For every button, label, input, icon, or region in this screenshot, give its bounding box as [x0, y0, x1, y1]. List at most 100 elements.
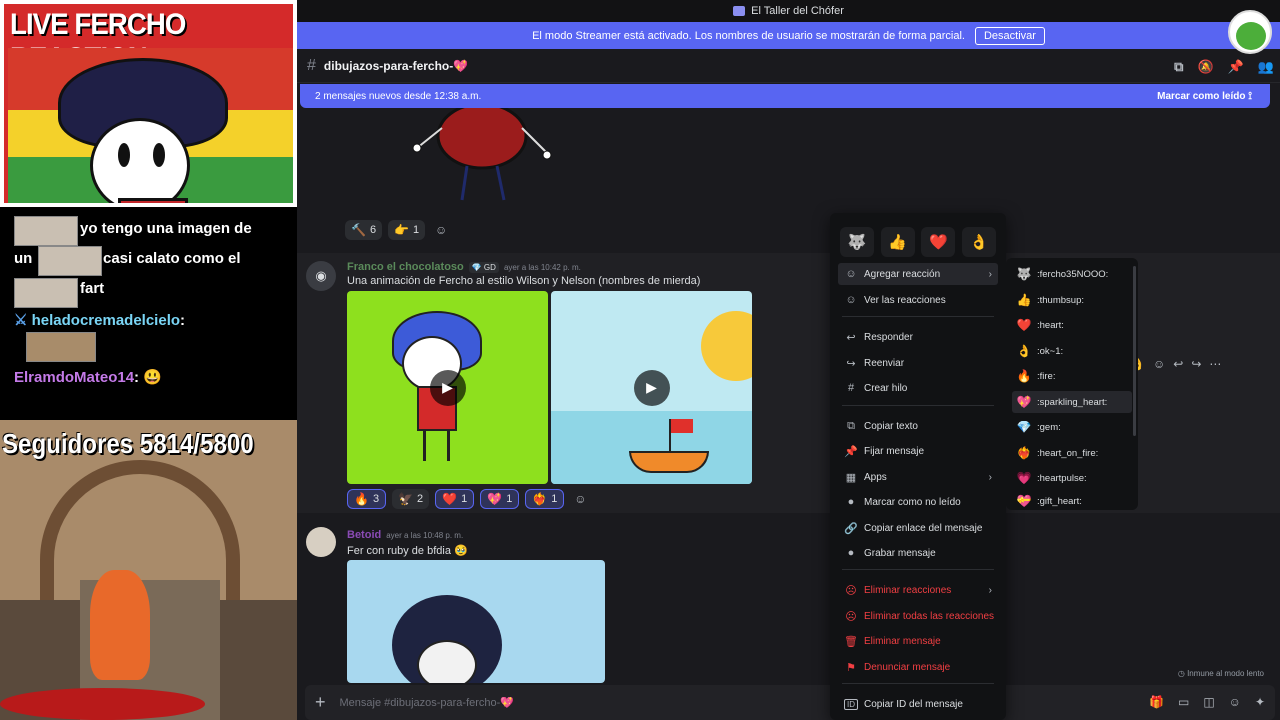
emoji-option[interactable]: 🐺:fercho35NOOO:: [1012, 263, 1132, 285]
reaction-chip[interactable]: 💖 1: [480, 489, 520, 509]
quick-reaction-button[interactable]: 👍: [880, 227, 915, 257]
discord-default-avatar: ◉: [306, 261, 336, 291]
mark-as-read-button[interactable]: Marcar como leído ⟟: [1157, 91, 1252, 102]
sticker-icon[interactable]: ◫: [1203, 695, 1214, 709]
attach-plus-icon[interactable]: +: [315, 692, 326, 713]
record-icon: ●: [847, 547, 855, 559]
quick-reaction-button[interactable]: ❤️: [921, 227, 956, 257]
add-reaction-icon[interactable]: ☺: [431, 220, 451, 240]
chat-line: casi calato como el: [103, 250, 241, 267]
add-reaction-submenu: 🐺:fercho35NOOO: 👍:thumbsup: ❤️:heart: 👌:…: [1006, 258, 1138, 510]
link-icon: 🔗: [844, 522, 858, 535]
message-text: Fer con ruby de bfdia 🥹: [347, 545, 468, 557]
new-messages-text: 2 mensajes nuevos desde 12:38 a.m.: [315, 90, 482, 102]
add-reaction-icon[interactable]: ☺: [570, 489, 590, 509]
sword-icon: ⚔: [14, 312, 28, 329]
emoji-icon: ☺: [845, 294, 857, 306]
menu-delete-message[interactable]: 🗑 Eliminar mensaje: [838, 630, 998, 652]
menu-create-thread[interactable]: # Crear hilo: [838, 377, 998, 399]
threads-icon[interactable]: ⧉: [1174, 59, 1183, 75]
gif-icon[interactable]: ▭: [1178, 695, 1189, 709]
emoji-option[interactable]: 🔥:fire:: [1012, 365, 1132, 387]
slowmode-indicator: ◷ Inmune al modo lento: [1177, 669, 1264, 678]
menu-reply[interactable]: ↩ Responder: [838, 326, 998, 348]
reaction-chip[interactable]: 👉 1: [388, 220, 426, 240]
reaction-chip[interactable]: ❤️‍🔥 1: [525, 489, 565, 509]
mark-read-icon: ⟟: [1248, 90, 1252, 102]
menu-record-message[interactable]: ● Grabar mensaje: [838, 542, 998, 564]
menu-pin-message[interactable]: 📌 Fijar mensaje: [838, 440, 998, 462]
header-toolbar: ⧉ 🔕 📌 👥: [1174, 59, 1274, 75]
reaction-chip[interactable]: 🔨 6: [345, 220, 383, 240]
emoji-option[interactable]: 👌:ok~1:: [1012, 340, 1132, 362]
pin-icon[interactable]: 📌: [1228, 59, 1244, 75]
menu-copy-text[interactable]: ⧉ Copiar texto: [838, 415, 998, 437]
chevron-right-icon: ›: [988, 584, 992, 596]
play-icon[interactable]: ▶: [429, 369, 466, 406]
menu-report-message[interactable]: ⚑ Denunciar mensaje: [838, 656, 998, 678]
reaction-chip[interactable]: 🦅 2: [392, 489, 430, 509]
emoji-icon[interactable]: ☺: [1229, 695, 1241, 709]
menu-apps[interactable]: ▦ Apps ›: [838, 466, 998, 488]
menu-copy-message-id[interactable]: ID Copiar ID del mensaje: [838, 693, 998, 715]
add-reaction-icon[interactable]: ☺: [1153, 357, 1165, 371]
menu-mark-unread[interactable]: ● Marcar como no leído: [838, 491, 998, 513]
reply-icon[interactable]: ↩: [1173, 357, 1183, 371]
menu-remove-all-reactions[interactable]: ☹ Eliminar todas las reacciones: [838, 605, 998, 627]
emoji-option[interactable]: 👍:thumbsup:: [1012, 289, 1132, 311]
guild-tag: 💎 GD: [468, 261, 499, 273]
chat-username: ElramdoMateo14: [14, 369, 135, 386]
new-messages-bar[interactable]: 2 mensajes nuevos desde 12:38 a.m. Marca…: [300, 84, 1270, 108]
thread-icon: #: [847, 382, 855, 394]
emoji-option[interactable]: ❤️‍🔥:heart_on_fire:: [1012, 442, 1132, 464]
message-author[interactable]: Betoid: [347, 529, 381, 541]
menu-copy-link[interactable]: 🔗 Copiar enlace del mensaje: [838, 517, 998, 539]
channel-header: # dibujazos-para-fercho-💖 ⧉ 🔕 📌 👥: [297, 49, 1280, 83]
message-item[interactable]: Betoid ayer a las 10:48 p. m. Fer con ru…: [297, 525, 1280, 683]
disable-streamer-button[interactable]: Desactivar: [974, 26, 1045, 45]
menu-remove-reactions[interactable]: ☹ Eliminar reacciones ›: [838, 579, 998, 601]
play-icon[interactable]: ▶: [633, 369, 670, 406]
emoji-option[interactable]: 💖:sparkling_heart:: [1012, 391, 1132, 413]
discord-app-icon: [733, 6, 746, 16]
emoji-option[interactable]: 💗:heartpulse:: [1012, 467, 1132, 489]
quick-reaction-button[interactable]: 👌: [961, 227, 996, 257]
image-attachment[interactable]: [347, 560, 605, 683]
menu-add-reaction[interactable]: ☺ Agregar reacción ›: [838, 263, 998, 285]
copy-icon: ⧉: [847, 419, 855, 432]
forward-icon[interactable]: ↪: [1191, 357, 1201, 371]
apps-icon[interactable]: ✦: [1255, 695, 1265, 709]
scrollbar[interactable]: [1133, 266, 1136, 436]
chat-colon: :: [180, 312, 186, 329]
message-header: Betoid ayer a las 10:48 p. m.: [347, 529, 463, 541]
message-author[interactable]: Franco el chocolatoso: [347, 261, 464, 273]
chat-username: heladocremadelcielo: [31, 312, 181, 329]
gameplay-video: [0, 420, 297, 720]
streamer-mode-banner: El modo Streamer está activado. Los nomb…: [297, 22, 1280, 49]
avatar[interactable]: [306, 527, 336, 557]
gift-icon[interactable]: 🎁: [1149, 695, 1164, 709]
emoji-option[interactable]: ❤️:heart:: [1012, 314, 1132, 336]
window-title: El Taller del Chófer: [751, 5, 844, 17]
message-composer: + 🎁 ▭ ◫ ☺ ✦: [305, 685, 1275, 720]
emoji-option[interactable]: 💎:gem:: [1012, 416, 1132, 438]
chevron-right-icon: ›: [988, 471, 992, 483]
mute-bell-icon[interactable]: 🔕: [1197, 59, 1213, 75]
reaction-chip[interactable]: 🔥 3: [347, 489, 387, 509]
pin-icon: 📌: [844, 445, 858, 458]
chevron-right-icon: ›: [988, 268, 992, 280]
chat-image-thumb: [14, 216, 78, 246]
flag-icon: ⚑: [846, 661, 856, 674]
remove-reaction-icon: ☹: [845, 610, 857, 623]
video-attachment[interactable]: ▶: [347, 291, 548, 484]
message-header: Franco el chocolatoso 💎 GD ayer a las 10…: [347, 261, 581, 273]
menu-view-reactions[interactable]: ☺ Ver las reacciones: [838, 289, 998, 311]
reaction-chip[interactable]: ❤️ 1: [435, 489, 475, 509]
id-icon: ID: [844, 698, 858, 710]
emoji-option[interactable]: 💝:gift_heart:: [1012, 493, 1132, 509]
video-attachment[interactable]: ▶: [551, 291, 752, 484]
menu-forward[interactable]: ↪ Reenviar: [838, 352, 998, 374]
members-icon[interactable]: 👥: [1258, 59, 1274, 75]
quick-reaction-button[interactable]: 🐺: [840, 227, 874, 257]
more-icon[interactable]: ⋯: [1209, 357, 1221, 371]
